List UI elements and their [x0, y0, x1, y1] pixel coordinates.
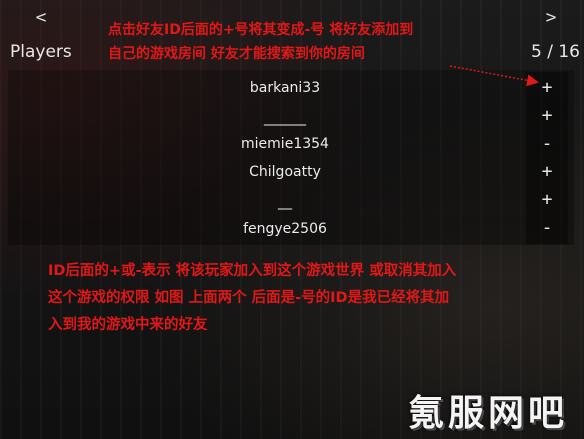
- toggle-button-1[interactable]: +: [532, 76, 562, 100]
- next-page-button[interactable]: >: [536, 6, 566, 30]
- annotation-top: 点击好友ID后面的+号将其变成-号 将好友添加到 自己的游戏房间 好友才能搜索到…: [108, 18, 413, 66]
- player-name-1: barkani33: [249, 80, 321, 96]
- toggle-button-3[interactable]: -: [532, 132, 562, 156]
- annotation-top-line-2: 自己的游戏房间 好友才能搜索到你的房间: [108, 46, 365, 62]
- player-name-2: ______: [264, 110, 306, 126]
- player-name-5: __: [278, 194, 292, 210]
- annotation-bottom-line-2: 这个游戏的权限 如图 上面两个 后面是-号的ID是我已经将其加: [48, 290, 450, 306]
- player-name-6: fengye2506: [243, 221, 327, 237]
- player-name-3: miemie1354: [241, 136, 329, 152]
- toggle-button-6[interactable]: -: [532, 216, 562, 240]
- annotation-bottom-line-3: 入到我的游戏中来的好友: [48, 317, 208, 333]
- players-title: Players: [10, 42, 72, 62]
- annotation-bottom-line-1: ID后面的+或-表示 将该玩家加入到这个游戏世界 或取消其加入: [48, 263, 457, 279]
- annotation-top-line-1: 点击好友ID后面的+号将其变成-号 将好友添加到: [108, 22, 414, 38]
- player-count: 5 / 16: [531, 42, 580, 62]
- annotation-bottom: ID后面的+或-表示 将该玩家加入到这个游戏世界 或取消其加入 这个游戏的权限 …: [48, 258, 568, 339]
- toggle-button-5[interactable]: +: [532, 188, 562, 212]
- player-name-4: Chilgoatty: [249, 164, 321, 180]
- watermark-logo: 氪服网吧: [408, 393, 569, 434]
- toggle-button-4[interactable]: +: [532, 160, 562, 184]
- toggle-button-2[interactable]: +: [532, 104, 562, 128]
- prev-page-button[interactable]: <: [26, 6, 56, 30]
